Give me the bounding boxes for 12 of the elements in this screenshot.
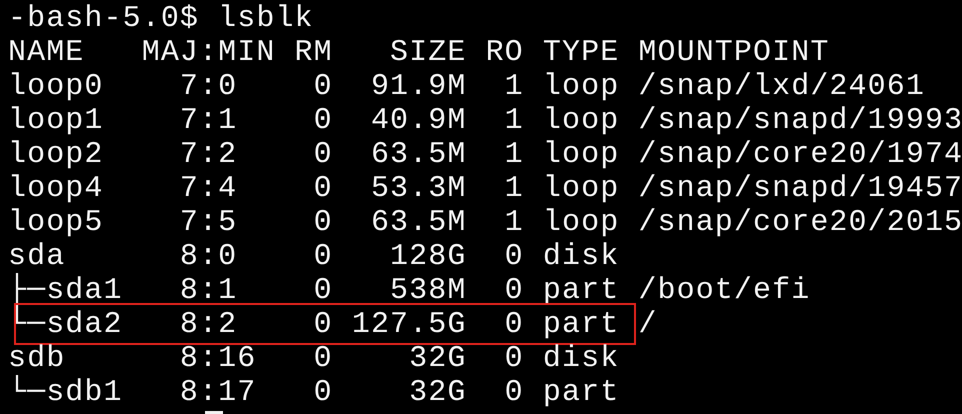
terminal-line: sdb 8:16 0 32G 0 disk — [8, 342, 620, 376]
terminal-line: sda 8:0 0 128G 0 disk — [8, 240, 620, 274]
terminal-line: loop1 7:1 0 40.9M 1 loop /snap/snapd/19993 — [8, 104, 962, 138]
terminal-line: loop5 7:5 0 63.5M 1 loop /snap/core20/2015 — [8, 206, 962, 240]
terminal-line: ├─sda1 8:1 0 538M 0 part /boot/efi — [8, 274, 810, 308]
terminal-line: loop4 7:4 0 53.3M 1 loop /snap/snapd/19457 — [8, 172, 962, 206]
terminal-line: └─sdb1 8:17 0 32G 0 part — [8, 376, 620, 410]
terminal-line: NAME MAJ:MIN RM SIZE RO TYPE MOUNTPOINT — [8, 36, 830, 70]
terminal-line: loop0 7:0 0 91.9M 1 loop /snap/lxd/24061 — [8, 70, 925, 104]
terminal-line: loop2 7:2 0 63.5M 1 loop /snap/core20/1974 — [8, 138, 962, 172]
terminal-line: └─sda2 8:2 0 127.5G 0 part / — [8, 308, 658, 342]
terminal-line: -bash-5.0$ lsblk — [8, 2, 314, 36]
